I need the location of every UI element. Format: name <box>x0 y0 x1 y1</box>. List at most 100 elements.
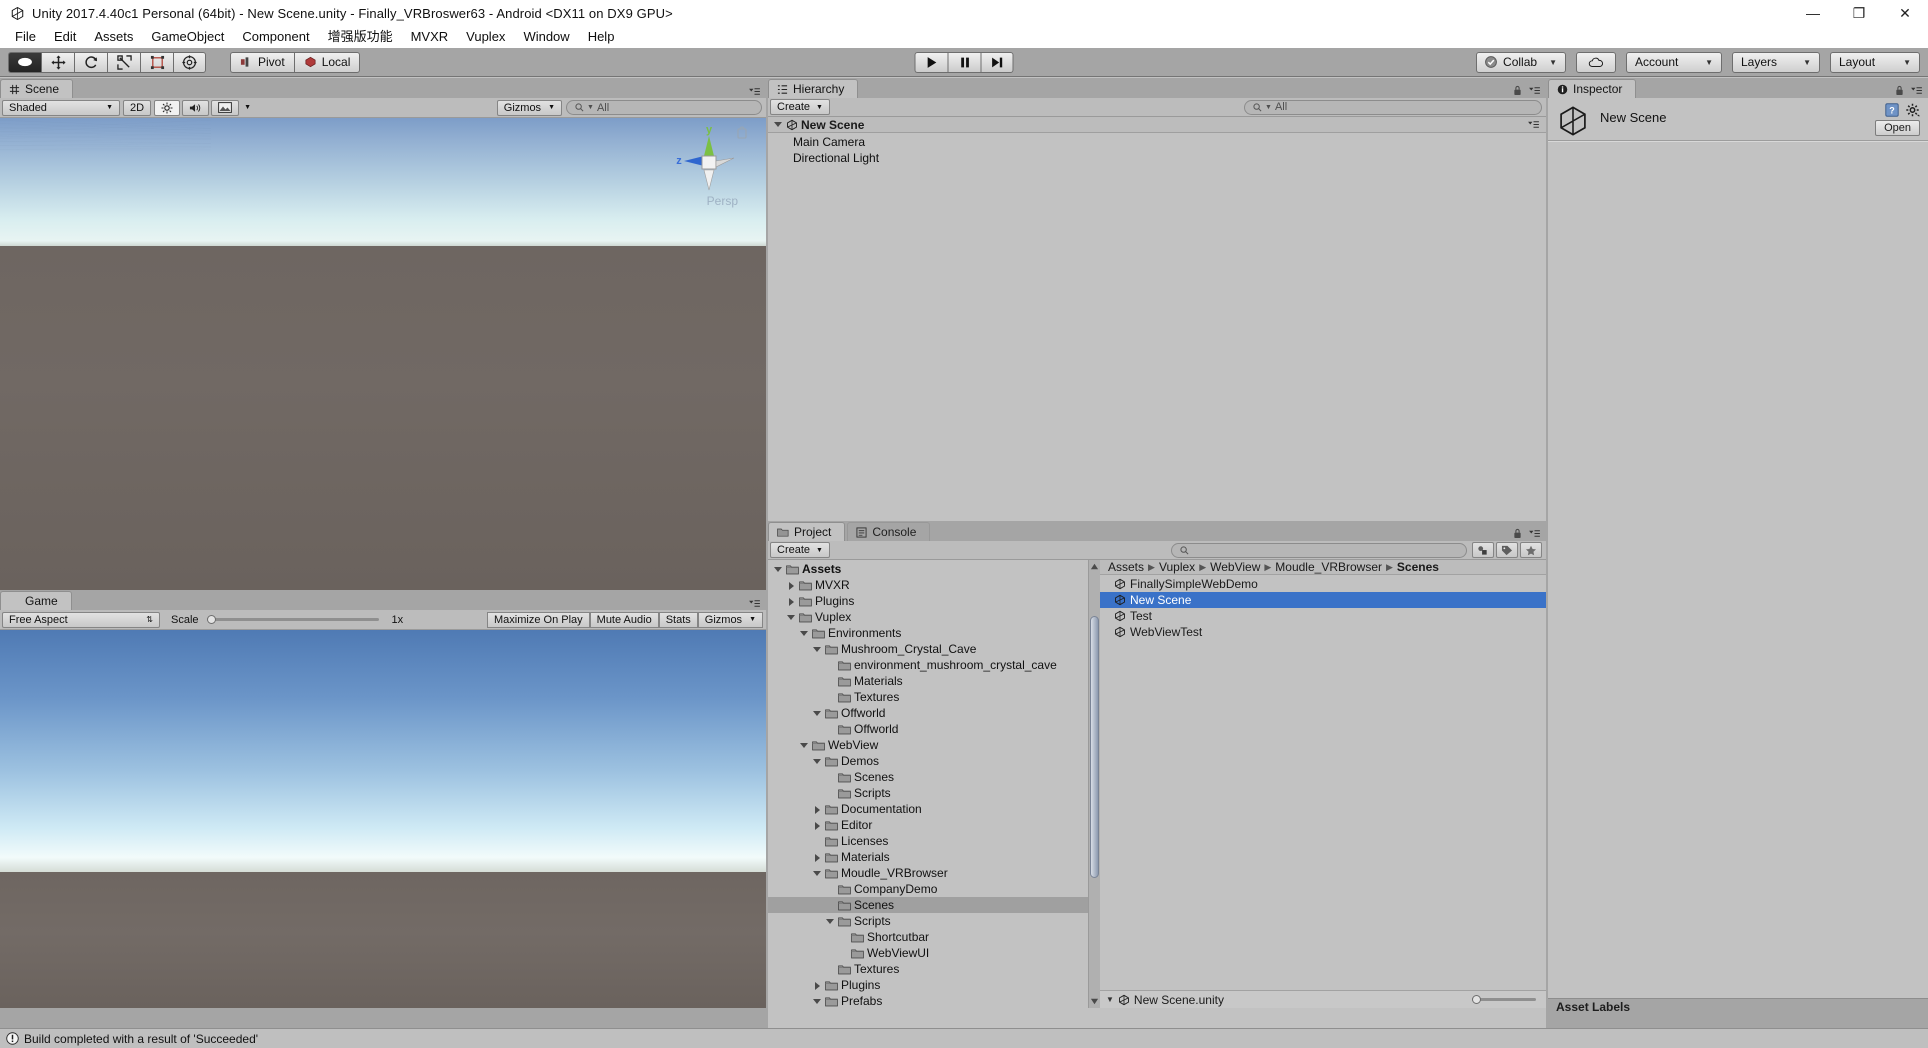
tab-inspector[interactable]: Inspector <box>1548 79 1637 98</box>
chevron-down-icon[interactable] <box>774 120 783 129</box>
chevron-right-icon[interactable] <box>813 821 822 830</box>
project-tree-row[interactable]: Environments <box>768 625 1088 641</box>
project-tree-row[interactable]: Textures <box>768 689 1088 705</box>
project-tree-row[interactable]: Scripts <box>768 785 1088 801</box>
breadcrumb-item[interactable]: WebView <box>1210 560 1260 574</box>
project-search-input[interactable] <box>1171 542 1467 558</box>
project-asset-list[interactable]: Assets ▶ Vuplex ▶ WebView ▶ Moudle_VRBrowser ▶ S… <box>1100 560 1546 1008</box>
chevron-down-icon[interactable] <box>800 629 809 638</box>
project-tree-row[interactable]: Licenses <box>768 833 1088 849</box>
chevron-down-icon[interactable] <box>826 917 835 926</box>
project-tree-row[interactable]: Prefabs <box>768 993 1088 1008</box>
menu-item-component[interactable]: Component <box>233 26 318 48</box>
collab-button[interactable]: Collab ▼ <box>1476 51 1566 73</box>
mute-audio-toggle[interactable]: Mute Audio <box>589 611 659 628</box>
menu-item-enhanced[interactable]: 增强版功能 <box>319 26 402 48</box>
scene-search-input[interactable]: ▼ All <box>566 100 762 115</box>
tab-console[interactable]: Console <box>847 522 931 541</box>
project-tree-row[interactable]: WebViewUI <box>768 945 1088 961</box>
project-tree-row[interactable]: Materials <box>768 673 1088 689</box>
chevron-down-icon[interactable] <box>774 565 783 574</box>
menu-item-vuplex[interactable]: Vuplex <box>457 26 514 48</box>
menu-item-help[interactable]: Help <box>579 26 624 48</box>
scale-tool-icon[interactable] <box>107 51 140 73</box>
project-tree-row[interactable]: Shortcutbar <box>768 929 1088 945</box>
lighting-toggle[interactable] <box>154 99 181 116</box>
minimize-icon[interactable]: — <box>1790 0 1836 26</box>
panel-menu-icon[interactable] <box>1528 529 1541 538</box>
maximize-icon[interactable]: ❐ <box>1836 0 1882 26</box>
chevron-down-icon[interactable] <box>813 645 822 654</box>
project-tree-row[interactable]: Plugins <box>768 977 1088 993</box>
move-tool-icon[interactable] <box>41 51 74 73</box>
project-tree-scrollbar[interactable] <box>1088 560 1100 1008</box>
fx-toggle[interactable] <box>211 99 240 116</box>
scene-context-menu-icon[interactable] <box>1527 120 1540 129</box>
filter-by-type-button[interactable] <box>1472 542 1494 558</box>
open-button[interactable]: Open <box>1875 120 1920 136</box>
scale-slider[interactable] <box>206 615 379 624</box>
chevron-down-icon[interactable] <box>800 741 809 750</box>
hierarchy-create-button[interactable]: Create ▼ <box>770 99 830 115</box>
tab-scene[interactable]: Scene <box>0 79 74 98</box>
menu-item-assets[interactable]: Assets <box>85 26 142 48</box>
lock-icon[interactable] <box>1513 528 1522 539</box>
project-create-button[interactable]: Create ▼ <box>770 542 830 558</box>
menu-item-edit[interactable]: Edit <box>45 26 85 48</box>
project-tree-row[interactable]: Offworld <box>768 721 1088 737</box>
project-tree-row[interactable]: Moudle_VRBrowser <box>768 865 1088 881</box>
fx-dropdown-caret[interactable]: ▼ <box>239 100 256 116</box>
scene-view-canvas[interactable]: y z Persp <box>0 118 766 590</box>
panel-menu-icon[interactable] <box>1528 86 1541 95</box>
aspect-dropdown[interactable]: Free Aspect ⇅ <box>2 611 160 628</box>
project-tree-row[interactable]: Offworld <box>768 705 1088 721</box>
project-folder-tree[interactable]: Assets MVXR Plugins Vuplex Environments Mushr… <box>768 560 1088 1008</box>
game-view-canvas[interactable] <box>0 630 766 1008</box>
tab-project[interactable]: Project <box>768 522 846 541</box>
project-tree-row[interactable]: Documentation <box>768 801 1088 817</box>
chevron-down-icon[interactable] <box>813 757 822 766</box>
layers-dropdown[interactable]: Layers ▼ <box>1732 51 1820 73</box>
project-tree-row[interactable]: Scenes <box>768 897 1088 913</box>
tab-hierarchy[interactable]: Hierarchy <box>768 79 859 98</box>
project-tree-row[interactable]: Materials <box>768 849 1088 865</box>
status-bar[interactable]: Build completed with a result of 'Succee… <box>0 1028 1928 1048</box>
2d-toggle[interactable]: 2D <box>123 99 152 116</box>
breadcrumb-item[interactable]: Assets <box>1108 560 1144 574</box>
stats-toggle[interactable]: Stats <box>658 611 698 628</box>
rect-tool-icon[interactable] <box>140 51 173 73</box>
asset-list-item[interactable]: FinallySimpleWebDemo <box>1100 576 1546 592</box>
hierarchy-search-input[interactable]: ▼ All <box>1244 99 1542 115</box>
project-tree-row[interactable]: Editor <box>768 817 1088 833</box>
step-button[interactable] <box>980 51 1014 73</box>
panel-menu-icon[interactable] <box>1910 86 1923 95</box>
menu-item-gameobject[interactable]: GameObject <box>142 26 233 48</box>
cloud-button[interactable] <box>1576 51 1616 73</box>
asset-list-item[interactable]: WebViewTest <box>1100 624 1546 640</box>
menu-item-window[interactable]: Window <box>514 26 578 48</box>
game-gizmos-dropdown[interactable]: Gizmos ▼ <box>697 611 763 628</box>
shading-mode-dropdown[interactable]: Shaded ▼ <box>2 99 120 116</box>
tab-game[interactable]: Game <box>0 591 72 610</box>
breadcrumb-item[interactable]: Scenes <box>1397 560 1439 574</box>
chevron-right-icon[interactable] <box>787 581 796 590</box>
project-tree-row[interactable]: Plugins <box>768 593 1088 609</box>
project-tree-row[interactable]: Scripts <box>768 913 1088 929</box>
chevron-right-icon[interactable] <box>813 981 822 990</box>
close-icon[interactable]: ✕ <box>1882 0 1928 26</box>
gizmos-dropdown[interactable]: Gizmos ▼ <box>496 99 562 116</box>
hierarchy-scene-row[interactable]: New Scene <box>768 117 1546 133</box>
transform-tool-icon[interactable] <box>173 51 206 73</box>
play-button[interactable] <box>914 51 948 73</box>
chevron-right-icon[interactable] <box>787 597 796 606</box>
chevron-down-icon[interactable] <box>787 613 796 622</box>
asset-list-item[interactable]: Test <box>1100 608 1546 624</box>
project-tree-row[interactable]: Scenes <box>768 769 1088 785</box>
project-tree-row[interactable]: CompanyDemo <box>768 881 1088 897</box>
audio-toggle[interactable] <box>182 99 210 116</box>
hierarchy-item-main-camera[interactable]: Main Camera <box>768 134 1546 150</box>
menu-item-mvxr[interactable]: MVXR <box>402 26 458 48</box>
icon-size-slider[interactable] <box>1472 995 1536 1004</box>
chevron-down-icon[interactable] <box>813 997 822 1006</box>
chevron-down-icon[interactable] <box>813 869 822 878</box>
